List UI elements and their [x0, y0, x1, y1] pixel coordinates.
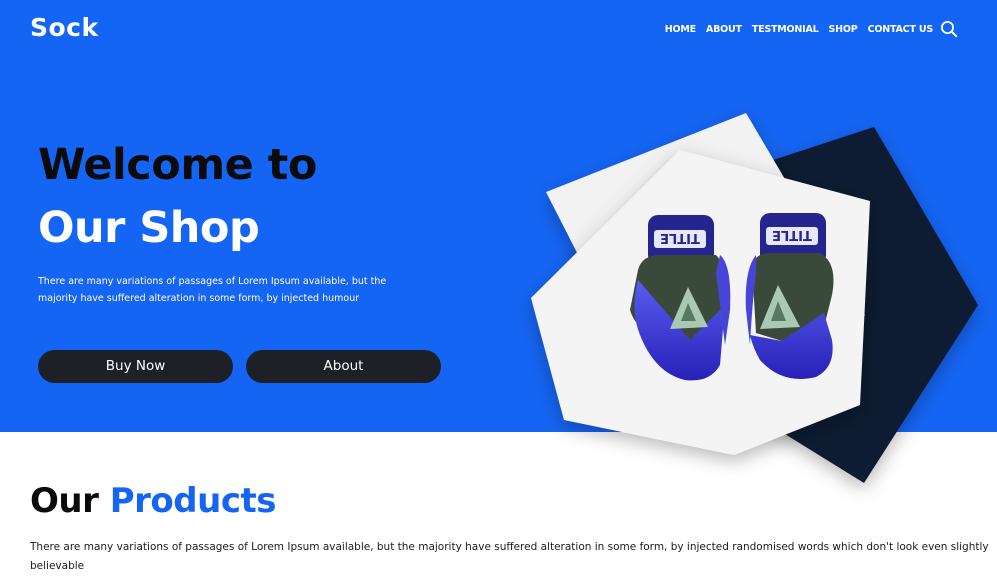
products-title: Our Products — [30, 481, 276, 521]
nav-home[interactable]: HOME — [665, 24, 696, 35]
buy-now-button[interactable]: Buy Now — [38, 350, 233, 383]
hero-description: There are many variations of passages of… — [38, 276, 387, 304]
nav-testimonial[interactable]: TESTMONIAL — [752, 24, 819, 35]
nav-about[interactable]: ABOUT — [706, 24, 742, 35]
svg-text:TITLE: TITLE — [660, 230, 700, 245]
hero-product-art: TITLE TITLE — [531, 113, 978, 483]
page: Sock HOME ABOUT TESTMONIAL SHOP CONTACT … — [0, 0, 997, 584]
search-icon[interactable] — [940, 20, 958, 38]
nav-contact-us[interactable]: CONTACT US — [868, 24, 934, 35]
hero-title-line2: Our Shop — [38, 203, 260, 253]
products-description: There are many variations of passages of… — [30, 541, 989, 572]
hero-title-line1: Welcome to — [38, 140, 317, 190]
products-title-word2: Products — [109, 481, 277, 521]
about-button[interactable]: About — [246, 350, 441, 383]
svg-text:TITLE: TITLE — [772, 227, 812, 242]
main-nav: HOME ABOUT TESTMONIAL SHOP CONTACT US — [655, 20, 958, 38]
logo[interactable]: Sock — [30, 13, 99, 42]
products-title-word1: Our — [30, 481, 99, 521]
nav-shop[interactable]: SHOP — [829, 24, 858, 35]
hero-title: Welcome to Our Shop — [38, 134, 317, 260]
